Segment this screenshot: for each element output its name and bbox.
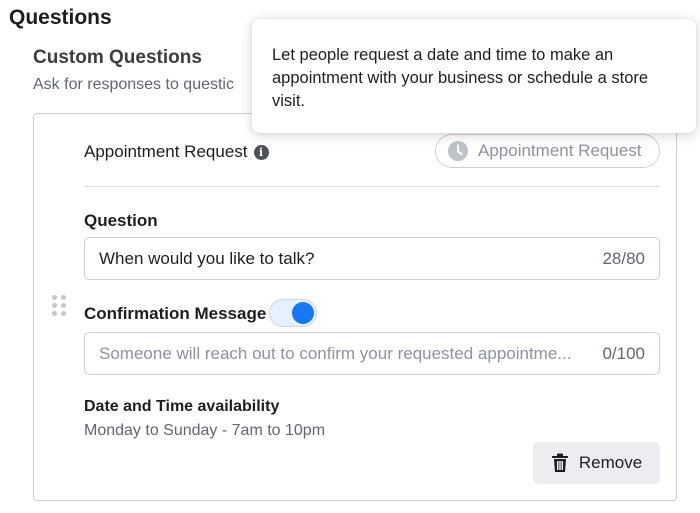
toggle-knob bbox=[292, 302, 314, 324]
confirmation-message-input[interactable]: Someone will reach out to confirm your r… bbox=[84, 332, 660, 375]
availability-label: Date and Time availability bbox=[84, 398, 280, 415]
info-tooltip: Let people request a date and time to ma… bbox=[252, 19, 696, 133]
confirmation-char-count: 0/100 bbox=[602, 343, 645, 363]
confirmation-toggle[interactable] bbox=[269, 299, 317, 327]
info-icon[interactable]: i bbox=[253, 144, 269, 160]
question-type-label: Appointment Request i bbox=[84, 142, 269, 162]
divider bbox=[84, 186, 660, 187]
remove-button-label: Remove bbox=[578, 453, 643, 472]
question-char-count: 28/80 bbox=[602, 248, 645, 268]
question-type-pill-label: Appointment Request bbox=[478, 141, 642, 160]
page-title: Questions bbox=[9, 6, 112, 29]
section-subtitle: Ask for responses to questic bbox=[33, 76, 234, 93]
confirmation-placeholder: Someone will reach out to confirm your r… bbox=[99, 343, 572, 363]
clock-icon bbox=[448, 141, 468, 161]
question-input[interactable]: When would you like to talk? 28/80 bbox=[84, 237, 660, 280]
section-title: Custom Questions bbox=[33, 47, 202, 68]
question-type-pill: Appointment Request bbox=[435, 134, 660, 168]
remove-button[interactable]: Remove bbox=[533, 442, 660, 484]
availability-value: Monday to Sunday - 7am to 10pm bbox=[84, 422, 326, 439]
tooltip-text: Let people request a date and time to ma… bbox=[272, 46, 649, 110]
drag-handle-icon[interactable] bbox=[52, 295, 66, 316]
trash-icon bbox=[551, 453, 568, 472]
question-type-text: Appointment Request bbox=[84, 142, 248, 161]
confirmation-label: Confirmation Message bbox=[84, 304, 267, 323]
question-input-value: When would you like to talk? bbox=[99, 248, 315, 268]
question-label: Question bbox=[84, 211, 158, 230]
